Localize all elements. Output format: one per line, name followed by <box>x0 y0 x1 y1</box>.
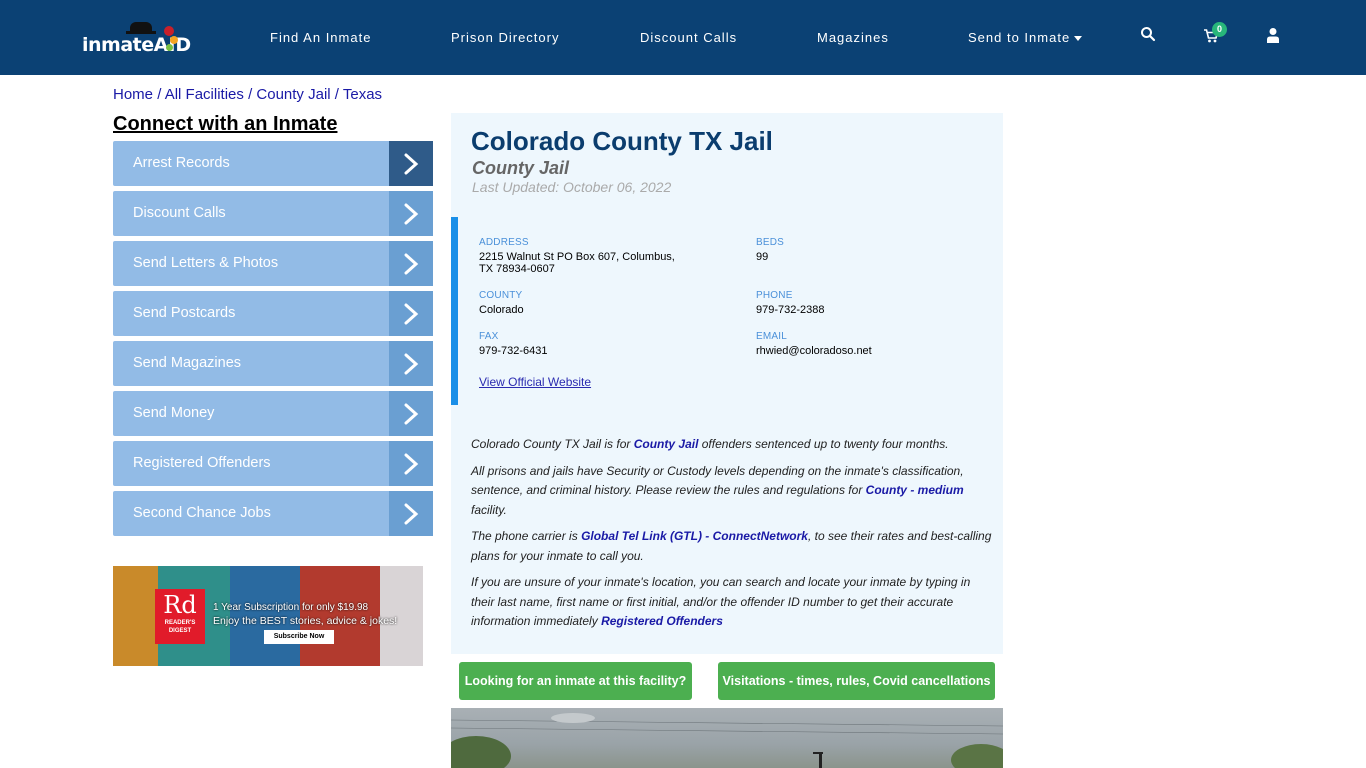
nav-find-an-inmate[interactable]: Find An Inmate <box>270 30 371 45</box>
gtl-connectnetwork-link[interactable]: Global Tel Link (GTL) - ConnectNetwork <box>581 529 808 543</box>
logo-dot-icon <box>170 36 178 44</box>
sidebar-item-label: Registered Offenders <box>133 455 271 471</box>
fax-value: 979-732-6431 <box>479 345 548 357</box>
logo-hat-brim-icon <box>126 31 156 34</box>
top-navbar: inmateAID Find An Inmate Prison Director… <box>0 0 1366 75</box>
address-line2: TX 78934-0607 <box>479 263 555 275</box>
sidebar-item-discount-calls[interactable]: Discount Calls <box>113 191 433 236</box>
address-label: ADDRESS <box>479 237 529 248</box>
county-jail-link[interactable]: County Jail <box>634 437 699 451</box>
facility-description: Colorado County TX Jail is for County Ja… <box>471 435 996 639</box>
facility-info-block: ADDRESS 2215 Walnut St PO Box 607, Colum… <box>451 217 1003 405</box>
ad-subscribe-button[interactable]: Subscribe Now <box>264 630 334 644</box>
cart-count-badge: 0 <box>1212 22 1227 37</box>
visitations-button[interactable]: Visitations - times, rules, Covid cancel… <box>718 662 995 700</box>
phone-label: PHONE <box>756 290 793 301</box>
page-title: Colorado County TX Jail <box>471 126 773 156</box>
search-icon[interactable] <box>1140 26 1160 46</box>
sidebar-item-second-chance-jobs[interactable]: Second Chance Jobs <box>113 491 433 536</box>
magazine-cover-image <box>113 566 158 666</box>
logo-dot-icon <box>166 44 173 51</box>
facility-street-photo <box>451 708 1003 768</box>
last-updated: Last Updated: October 06, 2022 <box>472 179 672 195</box>
sidebar-item-label: Send Money <box>133 405 215 421</box>
county-medium-link[interactable]: County - medium <box>866 483 964 497</box>
nav-discount-calls[interactable]: Discount Calls <box>640 30 737 45</box>
user-icon[interactable] <box>1265 27 1285 47</box>
sidebar-item-send-letters-photos[interactable]: Send Letters & Photos <box>113 241 433 286</box>
breadcrumb-home[interactable]: Home <box>113 86 153 103</box>
ad-headline: 1 Year Subscription for only $19.98 <box>213 602 369 613</box>
email-label: EMAIL <box>756 331 788 342</box>
county-field: COUNTY Colorado <box>479 290 524 316</box>
breadcrumb: Home / All Facilities / County Jail / Te… <box>113 86 382 103</box>
chevron-right-icon <box>389 291 433 336</box>
address-line1: 2215 Walnut St PO Box 607, Columbus, <box>479 251 675 263</box>
chevron-right-icon <box>389 441 433 486</box>
email-field: EMAIL rhwied@coloradoso.net <box>756 331 872 357</box>
beds-value: 99 <box>756 251 769 263</box>
breadcrumb-all-facilities[interactable]: All Facilities <box>165 86 244 103</box>
sidebar-title: Connect with an Inmate <box>113 113 338 135</box>
chevron-right-icon <box>389 241 433 286</box>
breadcrumb-separator: / <box>157 86 165 103</box>
sidebar-item-label: Send Letters & Photos <box>133 255 279 271</box>
sidebar-item-label: Second Chance Jobs <box>133 505 271 521</box>
phone-field: PHONE 979-732-2388 <box>756 290 825 316</box>
description-text: facility. <box>471 502 507 517</box>
chevron-right-icon <box>389 341 433 386</box>
description-paragraph: The phone carrier is Global Tel Link (GT… <box>471 527 996 566</box>
sidebar-item-label: Send Magazines <box>133 355 242 371</box>
facility-type: County Jail <box>472 158 570 178</box>
caret-down-icon <box>1074 36 1083 42</box>
phone-value: 979-732-2388 <box>756 304 825 316</box>
description-text: Colorado County TX Jail is for <box>471 437 634 451</box>
registered-offenders-link[interactable]: Registered Offenders <box>601 614 723 628</box>
address-field: ADDRESS 2215 Walnut St PO Box 607, Colum… <box>479 237 709 275</box>
fax-label: FAX <box>479 331 499 342</box>
sidebar-item-arrest-records[interactable]: Arrest Records <box>113 141 433 186</box>
beds-field: BEDS 99 <box>756 237 784 263</box>
description-paragraph: All prisons and jails have Security or C… <box>471 462 996 521</box>
sidebar-item-label: Send Postcards <box>133 305 236 321</box>
fax-field: FAX 979-732-6431 <box>479 331 548 357</box>
facility-card: Colorado County TX Jail County Jail Last… <box>451 113 1003 654</box>
description-text: The phone carrier is <box>471 529 582 543</box>
chevron-right-icon <box>389 491 433 536</box>
nav-magazines[interactable]: Magazines <box>817 30 889 45</box>
logo-dot-icon <box>164 26 174 36</box>
nav-send-to-inmate-label: Send to Inmate <box>968 30 1071 45</box>
sidebar-item-label: Discount Calls <box>133 205 226 221</box>
sidebar-item-label: Arrest Records <box>133 155 230 171</box>
breadcrumb-separator: / <box>334 86 343 103</box>
chevron-right-icon <box>389 391 433 436</box>
ad-brand-name: READER'S DIGEST <box>164 620 196 634</box>
ad-subheadline: Enjoy the BEST stories, advice & jokes! <box>213 615 398 627</box>
find-inmate-at-facility-button[interactable]: Looking for an inmate at this facility? <box>459 662 692 700</box>
nav-prison-directory[interactable]: Prison Directory <box>451 30 559 45</box>
chevron-right-icon <box>389 191 433 236</box>
ad-brand-short: Rd <box>163 591 197 619</box>
breadcrumb-texas[interactable]: Texas <box>343 86 382 103</box>
sidebar-item-send-magazines[interactable]: Send Magazines <box>113 341 433 386</box>
description-text: offenders sentenced up to twenty four mo… <box>698 437 949 451</box>
description-paragraph: If you are unsure of your inmate's locat… <box>471 573 996 632</box>
beds-label: BEDS <box>756 237 785 248</box>
description-paragraph: Colorado County TX Jail is for County Ja… <box>471 435 996 455</box>
county-label: COUNTY <box>479 290 523 301</box>
readers-digest-ad-banner[interactable]: Rd READER'S DIGEST 1 Year Subscription f… <box>113 566 423 666</box>
county-value: Colorado <box>479 304 524 316</box>
sidebar-item-send-postcards[interactable]: Send Postcards <box>113 291 433 336</box>
sidebar-item-send-money[interactable]: Send Money <box>113 391 433 436</box>
breadcrumb-county-jail[interactable]: County Jail <box>256 86 330 103</box>
readers-digest-logo: Rd READER'S DIGEST <box>155 589 205 644</box>
sidebar-menu: Arrest Records Discount Calls Send Lette… <box>113 141 433 541</box>
nav-send-to-inmate[interactable]: Send to Inmate <box>968 30 1083 45</box>
sidebar-item-registered-offenders[interactable]: Registered Offenders <box>113 441 433 486</box>
logo-text: inmate <box>82 34 154 56</box>
chevron-right-icon <box>389 141 433 186</box>
view-official-website-link[interactable]: View Official Website <box>479 375 591 389</box>
email-value: rhwied@coloradoso.net <box>756 345 872 357</box>
